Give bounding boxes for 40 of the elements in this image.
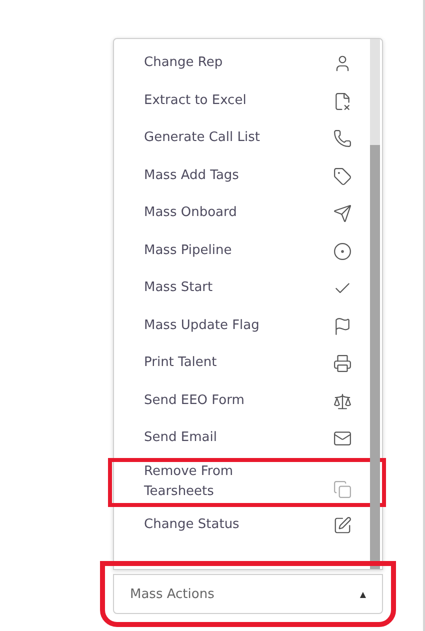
menu-item-label: Remove From Tearsheets	[144, 462, 234, 502]
phone-icon	[333, 129, 352, 148]
menu-item[interactable]: Mass Update Flag	[114, 308, 370, 345]
menu-item[interactable]: Mass Add Tags	[114, 158, 370, 195]
menu-item-label: Extract to Excel	[144, 92, 246, 110]
copy-icon	[333, 480, 352, 500]
menu-item-label: Mass Onboard	[144, 204, 237, 222]
menu-item[interactable]: Mass Start	[114, 270, 370, 308]
menu-item[interactable]: Print Talent	[114, 345, 370, 382]
menu-item-label: Mass Start	[144, 279, 213, 298]
menu-item[interactable]: Generate Call List	[114, 120, 370, 158]
menu-item-label: Send Email	[144, 429, 217, 448]
menu-item[interactable]: Mass Pipeline	[114, 232, 370, 270]
menu-item[interactable]: Send EEO Form	[114, 382, 370, 420]
menu-item[interactable]: Mass Onboard	[114, 195, 370, 232]
flag-icon	[333, 316, 352, 336]
envelope-icon	[333, 429, 352, 448]
paper-plane-icon	[333, 204, 352, 224]
menu-item-label: Change Status	[144, 516, 240, 534]
printer-icon	[333, 354, 352, 374]
scale-icon	[333, 392, 352, 411]
menu-item-label: Send EEO Form	[144, 392, 244, 410]
menu-item[interactable]: Remove From Tearsheets	[110, 460, 384, 506]
scrollbar[interactable]	[370, 39, 380, 569]
menu-item-label: Mass Update Flag	[144, 316, 260, 335]
menu-item[interactable]: Change Status	[114, 507, 370, 545]
scrollbar-thumb[interactable]	[370, 145, 380, 569]
menu-item-label: Change Rep	[144, 54, 223, 72]
menu-item-label: Generate Call List	[144, 129, 260, 148]
menu-item[interactable]: Send Email	[114, 420, 370, 458]
spreadsheet-icon	[333, 92, 352, 111]
caret-icon: ▲	[360, 590, 366, 598]
menu-item-label: Mass Pipeline	[144, 242, 232, 260]
edit-icon	[333, 516, 352, 536]
tag-icon	[333, 166, 352, 186]
menu-item-label: Print Talent	[144, 354, 217, 372]
target-icon	[333, 242, 352, 261]
menu-item-label: Mass Add Tags	[144, 166, 239, 185]
menu-item[interactable]: Change Rep	[114, 45, 370, 82]
menu-item[interactable]: Extract to Excel	[114, 82, 370, 120]
